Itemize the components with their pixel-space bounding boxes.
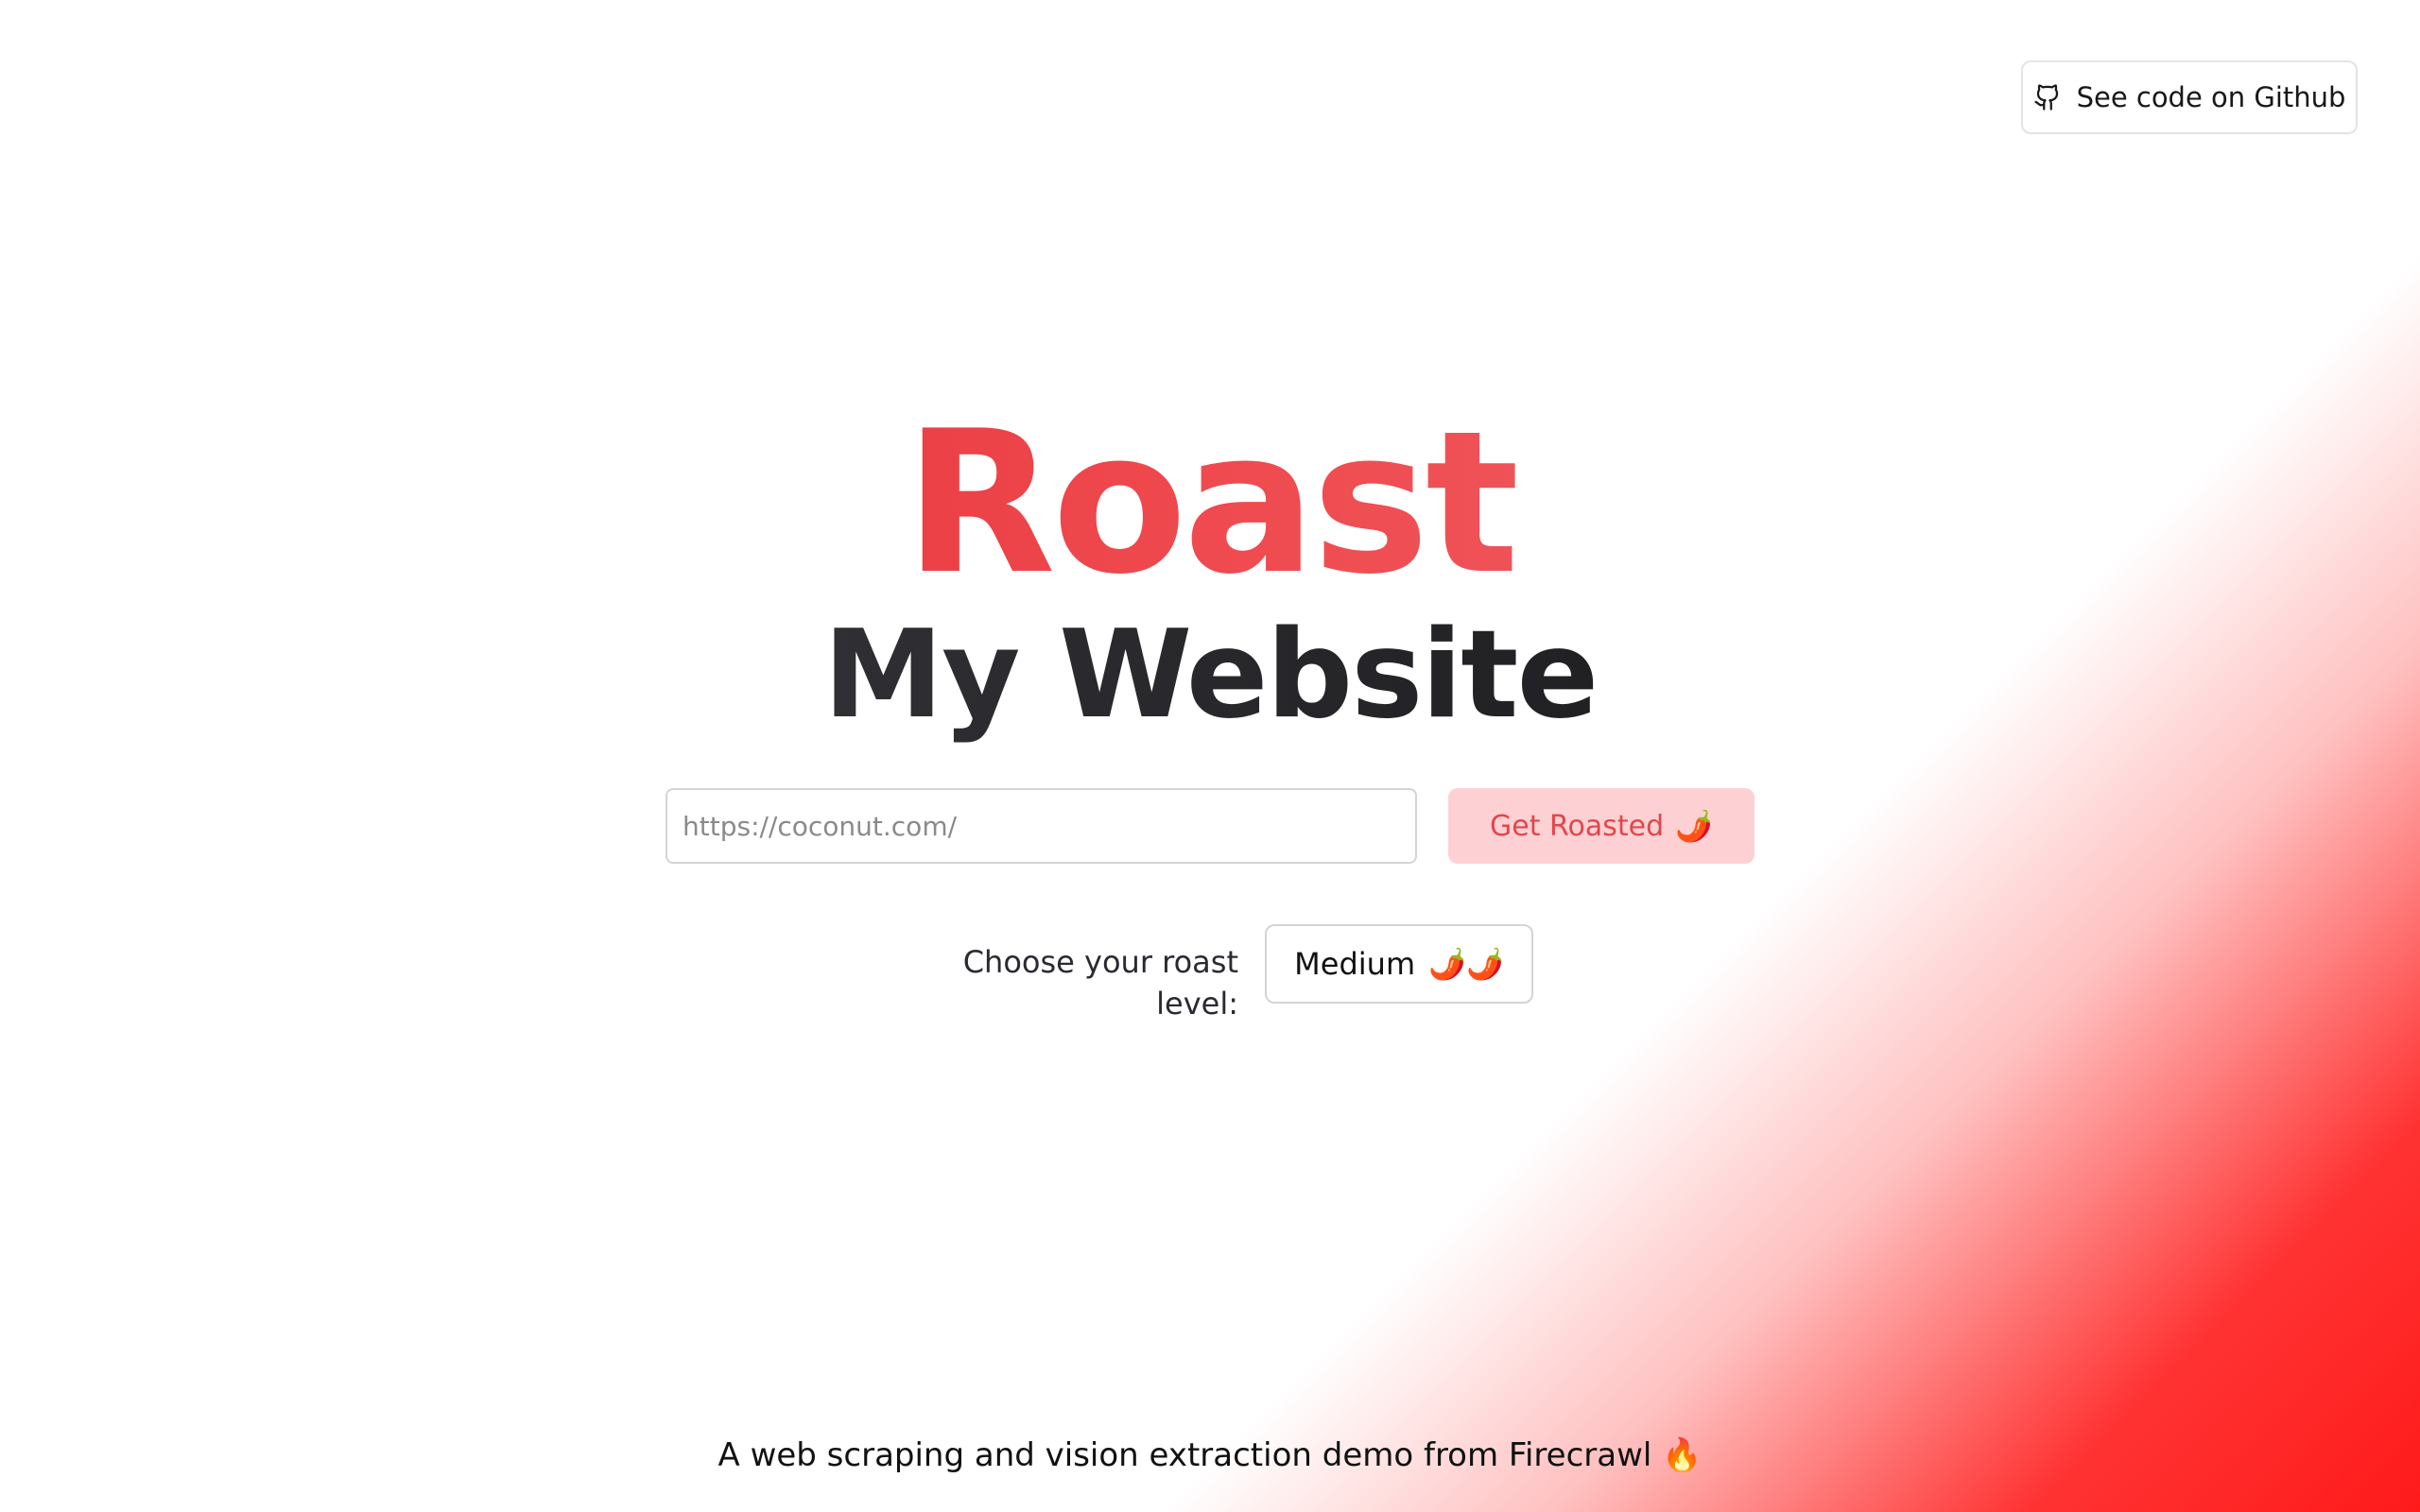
hero-title-roast: Roast [0, 395, 2420, 612]
chili-pepper-icon: 🌶️ [1675, 808, 1713, 844]
website-url-input[interactable] [666, 788, 1417, 864]
chili-pepper-level-icon: 🌶️🌶️ [1428, 946, 1504, 982]
get-roasted-label: Get Roasted [1490, 809, 1665, 843]
footer-text: A web scraping and vision extraction dem… [717, 1436, 1652, 1474]
roast-level-label: Choose your roast level: [962, 944, 1238, 1022]
roast-level-selected-value: Medium [1294, 946, 1416, 982]
github-button-label: See code on Github [2076, 81, 2346, 113]
footer-caption: A web scraping and vision extraction dem… [0, 1435, 2420, 1476]
hero-title-my-website: My Website [0, 605, 2420, 747]
roast-level-select[interactable]: Medium 🌶️🌶️ [1265, 924, 1533, 1004]
get-roasted-button[interactable]: Get Roasted 🌶️ [1448, 788, 1754, 864]
corner-gradient-decoration [0, 0, 2420, 1512]
fire-icon: 🔥 [1662, 1436, 1703, 1474]
github-icon [2033, 83, 2062, 112]
github-link-button[interactable]: See code on Github [2021, 60, 2358, 134]
